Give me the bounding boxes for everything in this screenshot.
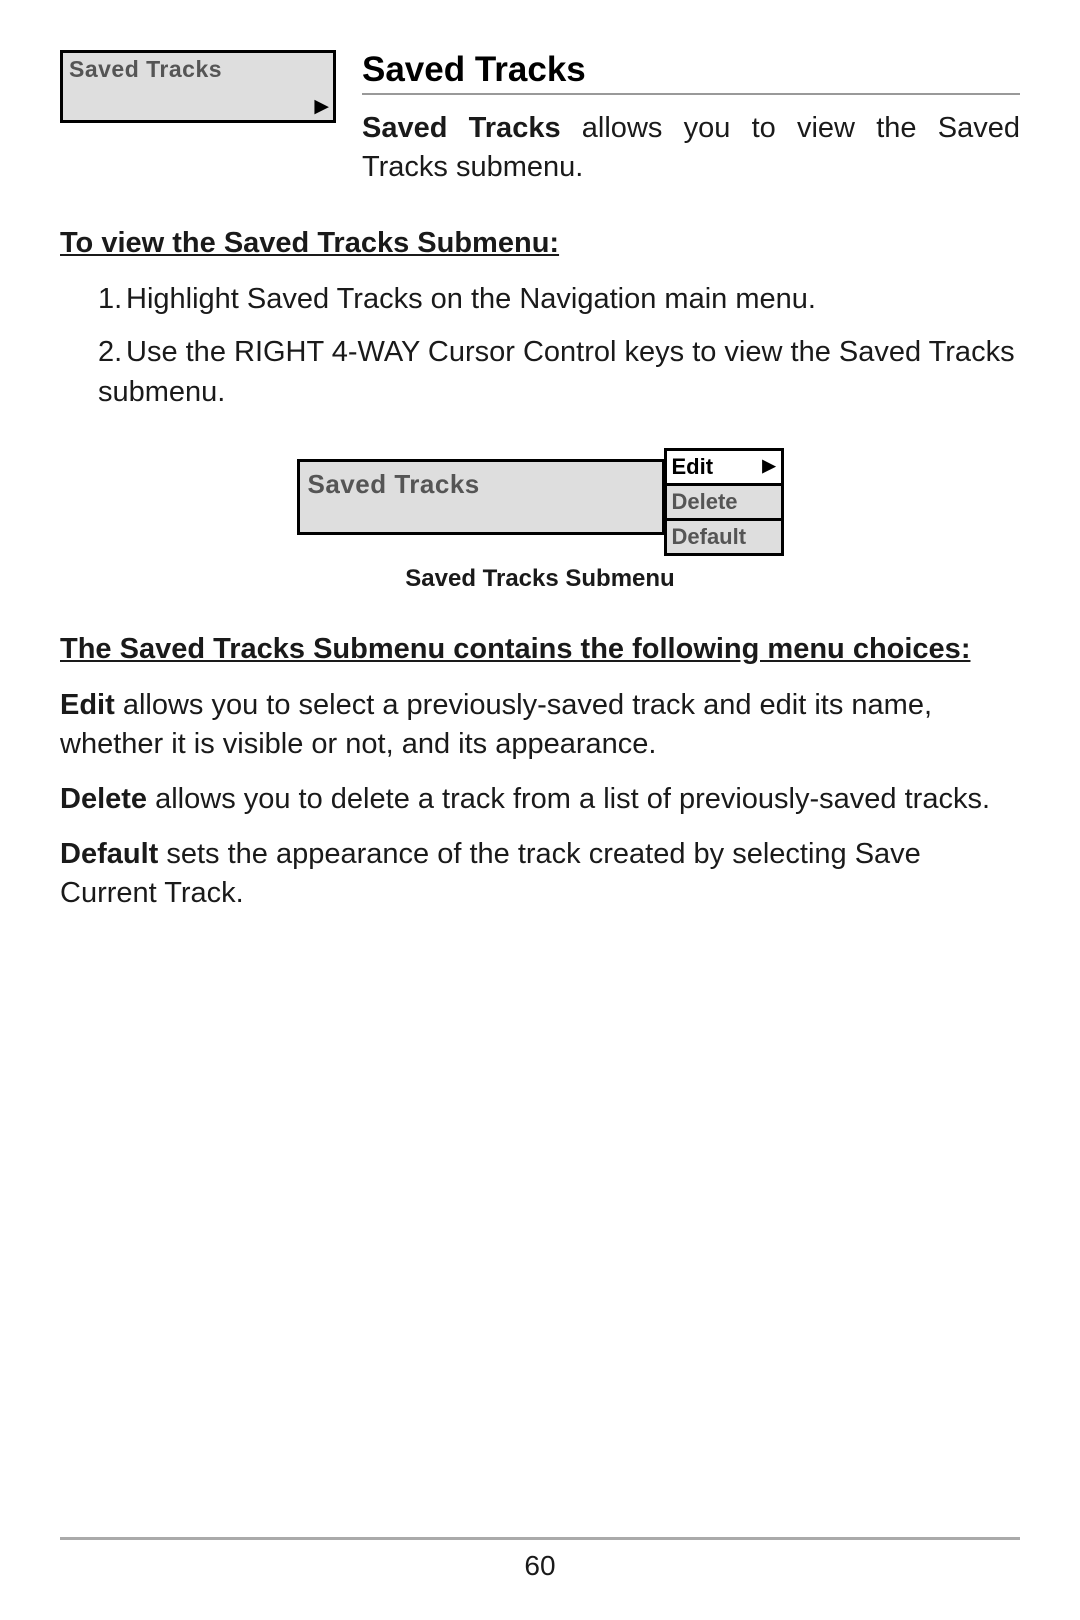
submenu-left-box: Saved Tracks <box>297 459 665 535</box>
submenu-left-label: Saved Tracks <box>300 462 662 500</box>
submenu-option-edit: Edit ▶ <box>664 448 784 486</box>
saved-tracks-menu-box: Saved Tracks ▶ <box>60 50 336 123</box>
chevron-right-icon: ▶ <box>762 456 775 476</box>
step-text: Use the RIGHT 4-WAY Cursor Control keys … <box>98 336 1015 407</box>
step-number: 2. <box>98 333 126 372</box>
choice-bold: Delete <box>60 783 147 815</box>
submenu-graphic: Saved Tracks Edit ▶ Delete Default <box>297 448 784 553</box>
option-label: Edit <box>672 454 714 479</box>
menu-box-label: Saved Tracks <box>63 53 333 83</box>
choice-default: Default sets the appearance of the track… <box>60 835 1020 913</box>
choice-bold: Default <box>60 838 158 870</box>
choices-title: The Saved Tracks Submenu contains the fo… <box>60 633 1020 666</box>
option-label: Default <box>672 524 747 549</box>
howto-title: To view the Saved Tracks Submenu: <box>60 227 1020 260</box>
submenu-option-delete: Delete <box>664 483 784 521</box>
figure-caption: Saved Tracks Submenu <box>60 565 1020 593</box>
intro-bold: Saved Tracks <box>362 112 561 144</box>
section-header-block: Saved Tracks Saved Tracks allows you to … <box>362 50 1020 187</box>
submenu-options-column: Edit ▶ Delete Default <box>664 448 784 553</box>
list-item: 2.Use the RIGHT 4-WAY Cursor Control key… <box>98 333 1020 411</box>
list-item: 1.Highlight Saved Tracks on the Navigati… <box>98 280 1020 319</box>
chevron-right-icon: ▶ <box>314 95 329 118</box>
choice-rest: allows you to delete a track from a list… <box>147 783 990 815</box>
section-heading: Saved Tracks <box>362 50 1020 90</box>
intro-paragraph: Saved Tracks allows you to view the Save… <box>362 109 1020 187</box>
footer-rule <box>60 1537 1020 1540</box>
choice-rest: sets the appearance of the track created… <box>60 838 921 909</box>
choice-edit: Edit allows you to select a previously-s… <box>60 686 1020 764</box>
submenu-option-default: Default <box>664 518 784 556</box>
page-number: 60 <box>0 1550 1080 1582</box>
choice-rest: allows you to select a previously-saved … <box>60 689 932 760</box>
step-text: Highlight Saved Tracks on the Navigation… <box>126 283 816 315</box>
option-label: Delete <box>672 489 738 514</box>
top-row: Saved Tracks ▶ Saved Tracks Saved Tracks… <box>60 50 1020 187</box>
choice-bold: Edit <box>60 689 115 721</box>
submenu-figure: Saved Tracks Edit ▶ Delete Default Saved… <box>60 448 1020 593</box>
step-number: 1. <box>98 280 126 319</box>
howto-steps: 1.Highlight Saved Tracks on the Navigati… <box>60 280 1020 411</box>
header-rule <box>362 93 1020 95</box>
choice-delete: Delete allows you to delete a track from… <box>60 780 1020 819</box>
